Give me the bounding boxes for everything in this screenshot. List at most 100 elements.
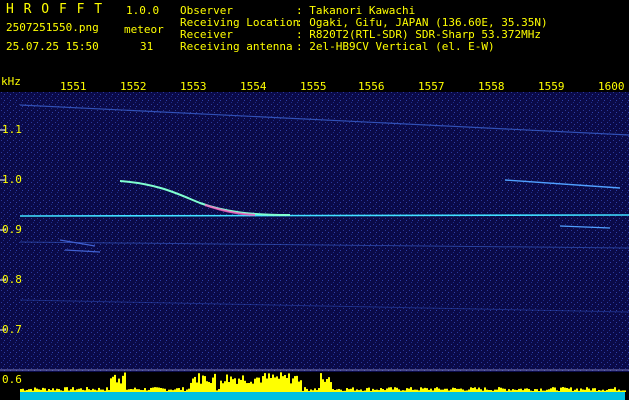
meteor-label: meteor bbox=[124, 23, 164, 36]
activity-bar bbox=[372, 388, 374, 392]
activity-bar bbox=[236, 383, 238, 392]
activity-bar bbox=[270, 378, 272, 392]
activity-bar bbox=[444, 388, 446, 392]
activity-bar bbox=[282, 376, 284, 392]
activity-bar bbox=[206, 381, 208, 392]
activity-bar bbox=[366, 388, 368, 392]
activity-bar bbox=[228, 382, 230, 392]
activity-bar bbox=[238, 378, 240, 392]
activity-bar bbox=[328, 377, 330, 392]
activity-bar bbox=[320, 373, 322, 392]
activity-bar bbox=[406, 388, 408, 392]
activity-bar bbox=[222, 383, 224, 392]
activity-bar bbox=[416, 389, 418, 392]
activity-bar bbox=[124, 372, 126, 392]
activity-bar bbox=[520, 388, 522, 392]
activity-bar bbox=[586, 387, 588, 392]
activity-bar bbox=[612, 388, 614, 392]
activity-bar bbox=[316, 390, 318, 392]
x-tick-label: 1553 bbox=[180, 80, 207, 93]
activity-bar bbox=[314, 388, 316, 392]
activity-bar bbox=[454, 388, 456, 392]
activity-bar bbox=[564, 387, 566, 392]
activity-bar bbox=[572, 390, 574, 392]
activity-bar bbox=[224, 381, 226, 392]
activity-bar bbox=[64, 387, 66, 392]
activity-bar bbox=[46, 390, 48, 392]
activity-bar bbox=[90, 390, 92, 392]
activity-bar bbox=[120, 383, 122, 392]
activity-bar bbox=[278, 378, 280, 392]
activity-bar bbox=[96, 390, 98, 392]
activity-bar bbox=[20, 389, 22, 392]
activity-bar bbox=[234, 378, 236, 392]
activity-bar bbox=[570, 387, 572, 392]
activity-bar bbox=[376, 389, 378, 392]
activity-bar bbox=[182, 387, 184, 392]
activity-bar bbox=[288, 373, 290, 392]
activity-bar bbox=[600, 390, 602, 392]
activity-bar bbox=[334, 389, 336, 392]
activity-bar bbox=[622, 390, 624, 392]
y-tick-label: 1.1 bbox=[2, 123, 22, 136]
activity-bar bbox=[292, 378, 294, 392]
activity-bar bbox=[544, 390, 546, 392]
activity-bar bbox=[178, 388, 180, 392]
activity-bar bbox=[508, 389, 510, 392]
activity-bar bbox=[112, 376, 114, 392]
activity-bar bbox=[184, 390, 186, 392]
x-tick-label: 1552 bbox=[120, 80, 147, 93]
activity-bar bbox=[286, 377, 288, 392]
activity-bar bbox=[412, 389, 414, 392]
activity-bar bbox=[620, 390, 622, 392]
activity-bar bbox=[190, 382, 192, 392]
activity-bar bbox=[346, 388, 348, 392]
activity-bar bbox=[146, 390, 148, 392]
activity-bar bbox=[110, 378, 112, 392]
activity-bar bbox=[144, 388, 146, 392]
activity-bar bbox=[48, 389, 50, 392]
app-version: 1.0.0 bbox=[126, 4, 160, 17]
activity-bar bbox=[400, 390, 402, 392]
activity-bar bbox=[116, 382, 118, 392]
activity-bar bbox=[154, 387, 156, 392]
activity-bar bbox=[296, 375, 298, 392]
activity-bar bbox=[298, 381, 300, 392]
activity-bar bbox=[382, 389, 384, 392]
activity-bar bbox=[568, 388, 570, 392]
activity-bar bbox=[364, 390, 366, 392]
activity-bar bbox=[82, 389, 84, 392]
activity-bar bbox=[356, 389, 358, 392]
activity-bar bbox=[492, 390, 494, 392]
activity-bar bbox=[118, 378, 120, 392]
activity-bar bbox=[266, 378, 268, 392]
activity-bar bbox=[398, 389, 400, 392]
activity-bar bbox=[34, 387, 36, 392]
activity-bar bbox=[38, 389, 40, 392]
main-signal bbox=[19, 214, 629, 217]
activity-bar bbox=[84, 390, 86, 392]
activity-bar bbox=[534, 389, 536, 392]
activity-bar bbox=[518, 388, 520, 392]
activity-bar bbox=[384, 390, 386, 392]
activity-bar bbox=[98, 387, 100, 392]
activity-bar bbox=[310, 389, 312, 392]
activity-bar bbox=[22, 388, 24, 392]
activity-bar bbox=[512, 389, 514, 392]
activity-bar bbox=[624, 390, 626, 392]
activity-bar bbox=[618, 389, 620, 392]
activity-bar bbox=[132, 389, 134, 392]
activity-bar bbox=[472, 387, 474, 392]
activity-bar bbox=[436, 387, 438, 392]
activity-bar bbox=[498, 387, 500, 392]
activity-bar bbox=[212, 377, 214, 392]
activity-bar bbox=[342, 390, 344, 392]
activity-bar bbox=[250, 381, 252, 392]
activity-bar bbox=[470, 387, 472, 392]
activity-bar bbox=[194, 376, 196, 392]
activity-bar bbox=[68, 390, 70, 392]
activity-bar bbox=[488, 390, 490, 392]
activity-bar bbox=[186, 389, 188, 392]
activity-bar bbox=[218, 389, 220, 392]
meteor-count: 31 bbox=[140, 40, 154, 53]
